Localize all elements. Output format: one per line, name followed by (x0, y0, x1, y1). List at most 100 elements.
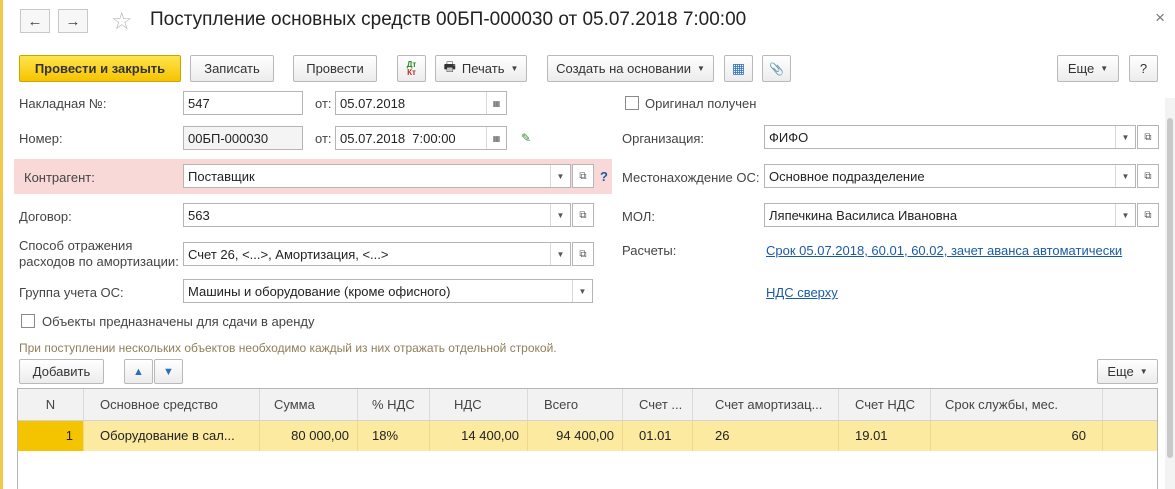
contract-label: Договор: (19, 209, 72, 224)
column-header-vat-account[interactable]: Счет НДС (839, 389, 931, 420)
attach-button[interactable]: 📎 (762, 55, 791, 82)
amortization-value: Счет 26, <...>, Амортизация, <...> (188, 246, 389, 262)
open-amortization-button[interactable]: ⧉ (572, 242, 594, 266)
edit-number-icon[interactable]: ✎ (521, 131, 531, 145)
table-header: N Основное средство Сумма % НДС НДС Всег… (18, 389, 1157, 421)
open-location-button[interactable]: ⧉ (1137, 164, 1159, 188)
column-header-total[interactable]: Всего (528, 389, 623, 420)
location-label: Местонахождение ОС: (622, 170, 760, 185)
help-button[interactable]: ? (1129, 55, 1158, 82)
amortization-input[interactable]: Счет 26, <...>, Амортизация, <...> ▼ (183, 242, 571, 266)
cell-service-life[interactable]: 60 (931, 421, 1103, 451)
cell-n[interactable]: 1 (18, 421, 84, 451)
open-organization-button[interactable]: ⧉ (1137, 125, 1159, 149)
post-button[interactable]: Провести (293, 55, 377, 82)
open-mol-button[interactable]: ⧉ (1137, 203, 1159, 227)
table-more-label: Еще (1107, 364, 1134, 379)
mol-input[interactable]: Ляпечкина Василиса Ивановна ▼ (764, 203, 1136, 227)
counterparty-input[interactable]: Поставщик ▼ (183, 164, 571, 188)
printer-icon: 🖶 (443, 58, 456, 74)
invoice-number-input[interactable]: 547 (183, 91, 303, 115)
dt-kt-icon: Дт Кт (406, 59, 417, 77)
cell-asset[interactable]: Оборудование в сал... (84, 421, 260, 451)
chevron-down-icon: ▼ (1139, 367, 1148, 376)
vertical-scrollbar[interactable] (1165, 98, 1175, 489)
move-up-button[interactable]: ▲ (124, 359, 153, 384)
calendar-icon[interactable]: ▦ (486, 92, 506, 114)
mol-label: МОЛ: (622, 209, 655, 224)
column-header-amort-account[interactable]: Счет амортизац... (693, 389, 839, 420)
original-received-label: Оригинал получен (645, 96, 757, 111)
dt-kt-button[interactable]: Дт Кт (397, 55, 426, 82)
cell-vat-rate[interactable]: 18% (358, 421, 430, 451)
cell-sum[interactable]: 80 000,00 (260, 421, 358, 451)
cell-vat[interactable]: 14 400,00 (430, 421, 528, 451)
contract-input[interactable]: 563 ▼ (183, 203, 571, 227)
column-header-vat[interactable]: НДС (430, 389, 528, 420)
open-contract-button[interactable]: ⧉ (572, 203, 594, 227)
save-button[interactable]: Записать (190, 55, 274, 82)
chevron-down-icon: ▼ (510, 64, 519, 73)
cell-account[interactable]: 01.01 (623, 421, 693, 451)
organization-input[interactable]: ФИФО ▼ (764, 125, 1136, 149)
organization-label: Организация: (622, 131, 705, 146)
rent-checkbox[interactable] (21, 314, 35, 328)
print-button[interactable]: 🖶 Печать ▼ (435, 55, 527, 82)
location-input[interactable]: Основное подразделение ▼ (764, 164, 1136, 188)
move-down-button[interactable]: ▼ (154, 359, 183, 384)
cell-vat-account[interactable]: 19.01 (839, 421, 931, 451)
column-header-sum[interactable]: Сумма (260, 389, 358, 420)
open-icon: ⧉ (579, 170, 587, 182)
post-and-close-button[interactable]: Провести и закрыть (19, 55, 181, 82)
more-label: Еще (1067, 61, 1095, 76)
close-icon[interactable]: × (1155, 8, 1165, 28)
number-date-input[interactable]: 05.07.2018 7:00:00 ▦ (335, 126, 507, 150)
column-header-account[interactable]: Счет ... (623, 389, 693, 420)
star-icon[interactable]: ☆ (111, 7, 133, 36)
arrow-down-icon: ▼ (163, 365, 174, 378)
chevron-down-icon[interactable]: ▼ (550, 165, 570, 187)
open-counterparty-button[interactable]: ⧉ (572, 164, 594, 188)
chevron-down-icon[interactable]: ▼ (550, 204, 570, 226)
column-header-service-life[interactable]: Срок службы, мес. (931, 389, 1103, 420)
paperclip-icon: 📎 (769, 61, 784, 76)
cell-total[interactable]: 94 400,00 (528, 421, 623, 451)
number-input[interactable]: 00БП-000030 (183, 126, 303, 150)
asset-group-select[interactable]: Машины и оборудование (кроме офисного) ▼ (183, 279, 593, 303)
settlements-label: Расчеты: (622, 243, 677, 258)
invoice-date-input[interactable]: 05.07.2018 ▦ (335, 91, 507, 115)
add-row-button[interactable]: Добавить (19, 359, 104, 384)
table-row[interactable]: 1 Оборудование в сал... 80 000,00 18% 14… (18, 421, 1157, 451)
column-header-n[interactable]: N (18, 389, 84, 420)
open-icon: ⧉ (1144, 209, 1152, 221)
hint-text: При поступлении нескольких объектов необ… (19, 341, 557, 355)
settlements-link[interactable]: Срок 05.07.2018, 60.01, 60.02, зачет ава… (766, 243, 1122, 258)
calendar-icon[interactable]: ▦ (486, 127, 506, 149)
scrollbar-thumb[interactable] (1167, 118, 1173, 458)
more-button[interactable]: Еще ▼ (1057, 55, 1119, 82)
structure-button[interactable]: ▦ (724, 55, 753, 82)
counterparty-label: Контрагент: (24, 170, 95, 185)
cell-amort-account[interactable]: 26 (693, 421, 839, 451)
chevron-down-icon[interactable]: ▼ (1115, 204, 1135, 226)
back-button[interactable]: ← (20, 9, 50, 33)
chevron-down-icon[interactable]: ▼ (1115, 126, 1135, 148)
arrow-right-icon: → (65, 12, 81, 30)
chevron-down-icon[interactable]: ▼ (1115, 165, 1135, 187)
column-header-asset[interactable]: Основное средство (84, 389, 260, 420)
help-question-icon[interactable]: ? (600, 169, 608, 184)
original-received-checkbox[interactable] (625, 96, 639, 110)
vat-on-top-link[interactable]: НДС сверху (766, 285, 838, 300)
forward-button[interactable]: → (58, 9, 88, 33)
column-header-vat-rate[interactable]: % НДС (358, 389, 430, 420)
chevron-down-icon[interactable]: ▼ (572, 280, 592, 302)
amortization-label-line1: Способ отражения (19, 238, 133, 253)
hierarchy-icon: ▦ (731, 60, 746, 76)
document-window: ← → ☆ Поступление основных средств 00БП-… (0, 0, 1175, 489)
table-more-button[interactable]: Еще ▼ (1097, 359, 1158, 384)
print-label: Печать (461, 61, 505, 76)
arrow-left-icon: ← (27, 12, 43, 30)
invoice-date-value: 05.07.2018 (340, 95, 406, 111)
chevron-down-icon[interactable]: ▼ (550, 243, 570, 265)
create-based-on-button[interactable]: Создать на основании ▼ (547, 55, 714, 82)
